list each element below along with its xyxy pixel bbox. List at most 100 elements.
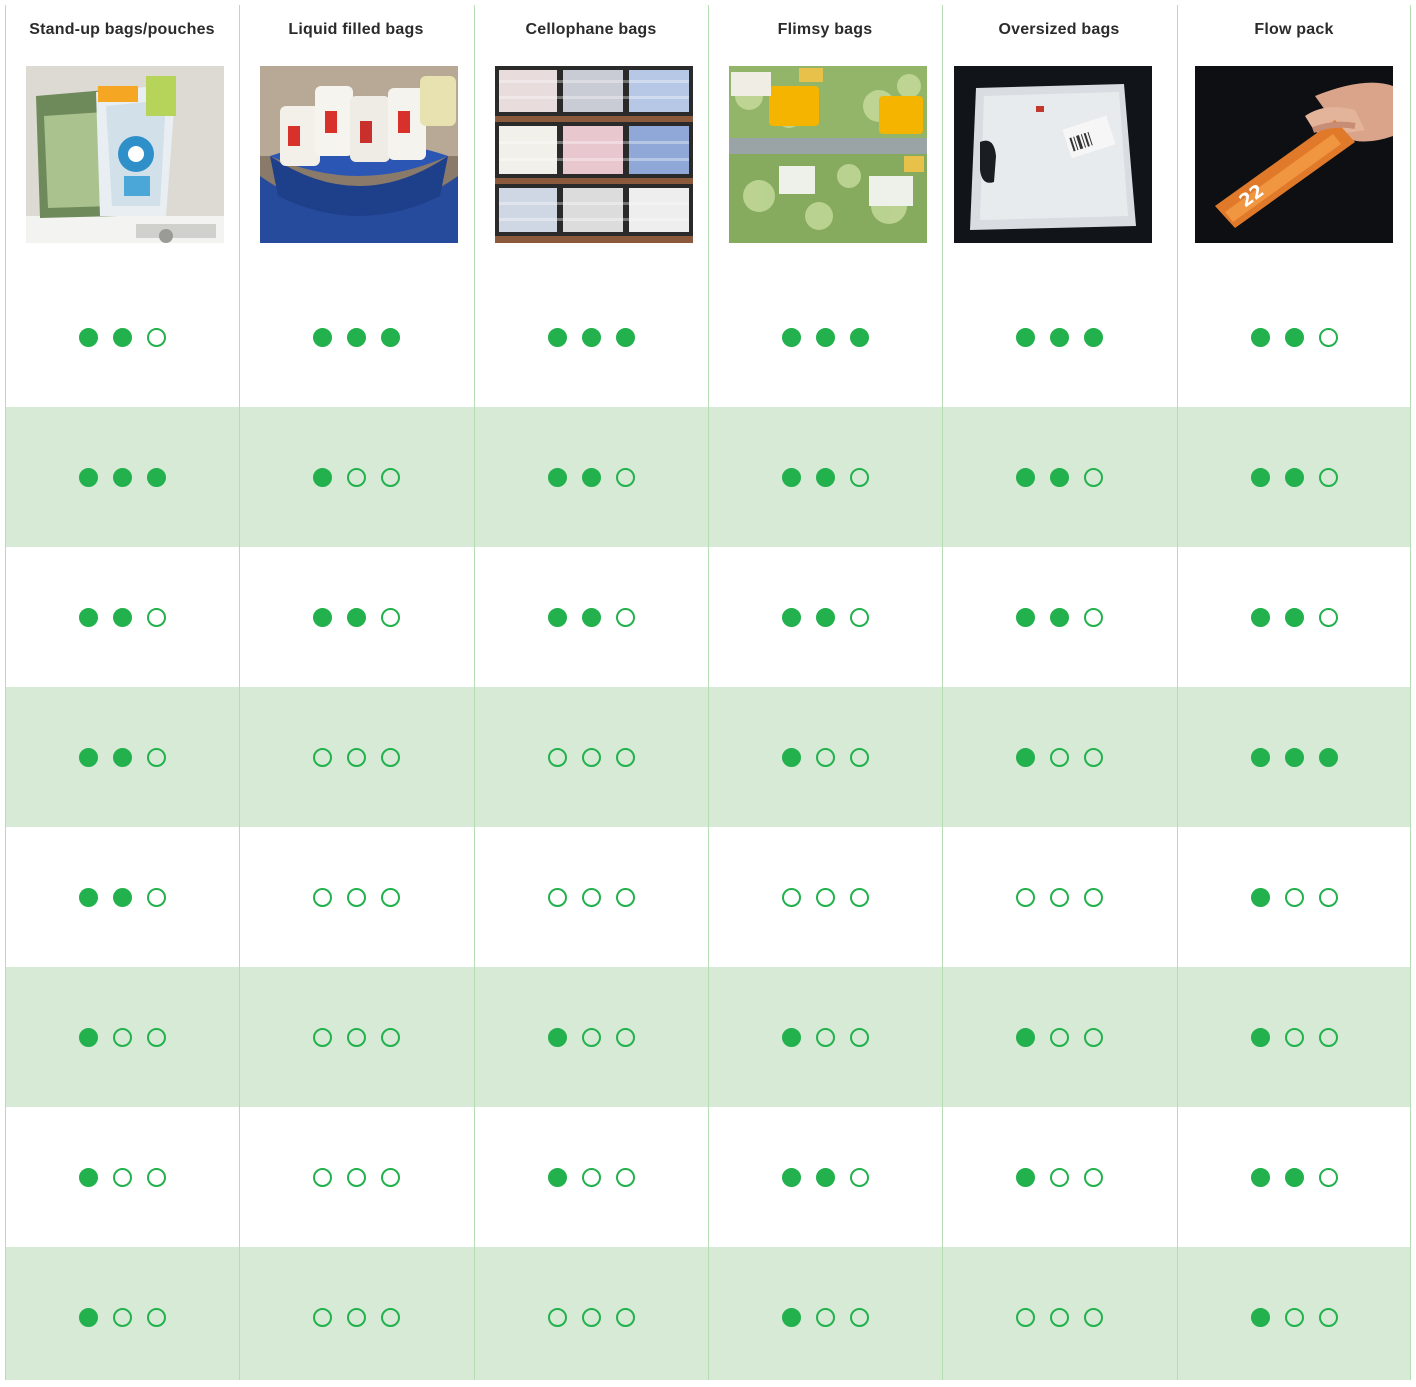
rating-dot-empty [146, 1027, 166, 1047]
rating-dot-filled [1015, 1027, 1035, 1047]
rating-dot-empty [112, 1027, 132, 1047]
rating-dot-empty [815, 1307, 835, 1327]
rating-dot-filled [312, 607, 332, 627]
rating-dot-filled [781, 1167, 801, 1187]
rating-dot-empty [1015, 887, 1035, 907]
rating-dot-empty [1049, 1027, 1069, 1047]
rating-dot-empty [380, 467, 400, 487]
rating-dot-empty [615, 1307, 635, 1327]
rating-dot-empty [380, 887, 400, 907]
rating-cell [5, 1247, 239, 1387]
rating-dot-filled [1250, 327, 1270, 347]
rating-dot-filled [1284, 327, 1304, 347]
rating-dot-filled [1250, 467, 1270, 487]
rating-cell [708, 1247, 942, 1387]
column-header: Liquid filled bags [239, 5, 473, 265]
column-header: Cellophane bags [474, 5, 708, 265]
rating-dot-filled [1250, 1027, 1270, 1047]
rating-dot-filled [547, 327, 567, 347]
rating-dot-empty [1284, 1027, 1304, 1047]
rating-dot-empty [312, 887, 332, 907]
rating-dot-empty [849, 1027, 869, 1047]
rating-dot-empty [1083, 467, 1103, 487]
rating-dot-empty [849, 1307, 869, 1327]
rating-dot-filled [1284, 467, 1304, 487]
rating-dot-filled [112, 887, 132, 907]
rating-dot-filled [1015, 1167, 1035, 1187]
rating-dot-filled [312, 467, 332, 487]
rating-cell [1177, 407, 1411, 547]
rating-cell [5, 407, 239, 547]
rating-dot-filled [1049, 467, 1069, 487]
column-title: Stand-up bags/pouches [29, 21, 215, 38]
rating-dot-filled [581, 467, 601, 487]
rating-dot-empty [849, 1167, 869, 1187]
rating-cell [942, 547, 1176, 687]
rating-dot-empty [615, 607, 635, 627]
rating-dot-empty [312, 1307, 332, 1327]
rating-dot-empty [380, 1027, 400, 1047]
rating-dot-filled [815, 1167, 835, 1187]
rating-dot-empty [581, 1307, 601, 1327]
rating-dot-filled [1015, 747, 1035, 767]
rating-cell [1177, 1107, 1411, 1247]
rating-dot-filled [815, 327, 835, 347]
rating-dot-filled [1284, 607, 1304, 627]
rating-dot-empty [547, 1307, 567, 1327]
rating-dot-empty [1318, 1307, 1338, 1327]
rating-cell [1177, 1247, 1411, 1387]
rating-cell [942, 407, 1176, 547]
rating-dot-empty [547, 887, 567, 907]
rating-cell [5, 687, 239, 827]
rating-dot-filled [78, 607, 98, 627]
rating-cell [1177, 827, 1411, 967]
rating-dot-filled [1083, 327, 1103, 347]
rating-dot-filled [78, 467, 98, 487]
rating-dot-empty [1318, 1027, 1338, 1047]
rating-dot-empty [1284, 1307, 1304, 1327]
rating-dot-empty [1083, 1027, 1103, 1047]
rating-dot-filled [1250, 887, 1270, 907]
rating-dot-empty [781, 887, 801, 907]
liquid-filled-bags-photo [260, 66, 458, 243]
rating-dot-empty [849, 467, 869, 487]
rating-dot-filled [1318, 747, 1338, 767]
rating-dot-empty [1318, 327, 1338, 347]
rating-cell [474, 967, 708, 1107]
rating-dot-empty [1083, 887, 1103, 907]
rating-cell [708, 267, 942, 407]
rating-dot-empty [849, 607, 869, 627]
rating-dot-empty [849, 887, 869, 907]
rating-dot-empty [1083, 747, 1103, 767]
stand-up-pouches-photo [26, 66, 224, 243]
column-title: Cellophane bags [525, 21, 657, 38]
rating-dot-filled [146, 467, 166, 487]
rating-cell [1177, 267, 1411, 407]
rating-cell [708, 547, 942, 687]
rating-dot-filled [1284, 1167, 1304, 1187]
rating-dot-empty [146, 1167, 166, 1187]
rating-cell [942, 1247, 1176, 1387]
column-title: Oversized bags [998, 21, 1120, 38]
rating-dot-empty [849, 747, 869, 767]
rating-dot-empty [815, 887, 835, 907]
rating-dot-empty [615, 1167, 635, 1187]
column-header: Oversized bags [942, 5, 1176, 265]
column-liquid-filled-bags: Liquid filled bags [239, 5, 473, 1380]
rating-dot-filled [1049, 327, 1069, 347]
rating-cell [5, 267, 239, 407]
rating-grid: Stand-up bags/pouches Liquid filled bags… [5, 5, 1411, 1380]
rating-dot-empty [1049, 1307, 1069, 1327]
rating-dot-filled [346, 327, 366, 347]
rating-dot-empty [380, 1167, 400, 1187]
rating-dot-filled [781, 1027, 801, 1047]
rating-dot-empty [1049, 887, 1069, 907]
column-flimsy-bags: Flimsy bags [708, 5, 942, 1380]
rating-dot-filled [547, 607, 567, 627]
rating-dot-filled [78, 1027, 98, 1047]
rating-cell [474, 687, 708, 827]
column-oversized-bags: Oversized bags [942, 5, 1176, 1380]
rating-dot-empty [815, 1027, 835, 1047]
rating-dot-empty [1318, 887, 1338, 907]
rating-cell [942, 267, 1176, 407]
